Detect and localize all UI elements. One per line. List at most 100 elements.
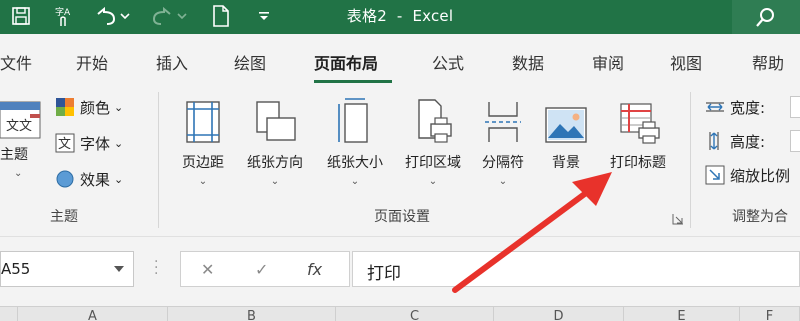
column-headers: A B C D E F — [0, 306, 800, 321]
margins-button[interactable]: 页边距 ⌄ — [172, 94, 234, 187]
page-setup-group-label: 页面设置 — [374, 209, 430, 225]
window-title: 表格2 - Excel — [0, 5, 800, 26]
chevron-down-icon: ⌄ — [114, 100, 124, 114]
breaks-label: 分隔符 — [482, 155, 524, 171]
background-label: 背景 — [552, 155, 580, 171]
size-icon — [316, 94, 394, 144]
column-header-c[interactable]: C — [336, 307, 494, 321]
drag-handle-icon[interactable]: · · · — [154, 255, 158, 281]
themes-group-label: 主题 — [50, 209, 78, 225]
themes-button[interactable]: 文文 主题 ⌄ — [0, 94, 44, 179]
background-icon — [536, 94, 596, 144]
chevron-down-icon: ⌄ — [270, 176, 280, 187]
formula-buttons: ✕ ✓ fx — [180, 251, 350, 287]
cancel-button[interactable]: ✕ — [201, 260, 214, 279]
svg-text:文文: 文文 — [6, 119, 32, 134]
formula-bar: A55 · · · ✕ ✓ fx 打印 — [0, 236, 800, 307]
enter-button[interactable]: ✓ — [255, 260, 268, 279]
tab-view[interactable]: 视图 — [670, 50, 702, 74]
title-separator: - — [396, 7, 403, 25]
background-button[interactable]: 背景 — [536, 94, 596, 172]
scale-control[interactable]: 缩放比例 — [704, 164, 790, 186]
group-divider — [158, 92, 159, 228]
colors-icon — [54, 96, 76, 118]
column-header-b[interactable]: B — [168, 307, 336, 321]
tab-review[interactable]: 审阅 — [592, 50, 624, 74]
print-area-icon — [396, 94, 470, 144]
themes-label: 主题 — [0, 147, 28, 163]
search-icon — [756, 8, 774, 27]
name-box-value: A55 — [1, 260, 31, 278]
document-name: 表格2 — [346, 7, 387, 25]
name-box[interactable]: A55 — [0, 251, 134, 287]
active-tab-indicator — [314, 80, 392, 83]
formula-input[interactable]: 打印 — [352, 251, 800, 287]
chevron-down-icon: ⌄ — [350, 176, 360, 187]
app-name: Excel — [412, 7, 454, 25]
scale-icon — [704, 164, 726, 186]
chevron-down-icon: ⌄ — [114, 172, 124, 186]
tab-insert[interactable]: 插入 — [156, 50, 188, 74]
scale-group-label: 调整为合 — [732, 209, 788, 225]
column-header-f[interactable]: F — [740, 307, 800, 321]
tab-draw[interactable]: 绘图 — [234, 50, 266, 74]
height-dropdown[interactable] — [790, 130, 800, 152]
height-icon — [704, 130, 726, 152]
size-button[interactable]: 纸张大小 ⌄ — [316, 94, 394, 187]
tab-help[interactable]: 帮助 — [752, 50, 784, 74]
title-bar: 字A 表格2 - Excel — [0, 0, 800, 34]
orientation-button[interactable]: 纸张方向 ⌄ — [236, 94, 314, 187]
width-label: 宽度: — [730, 98, 766, 117]
print-area-button[interactable]: 打印区域 ⌄ — [396, 94, 470, 187]
search-button[interactable] — [732, 0, 800, 34]
effects-button[interactable]: 效果 ⌄ — [54, 168, 123, 190]
print-titles-button[interactable]: 打印标题 — [598, 94, 678, 172]
margins-icon — [172, 94, 234, 144]
chevron-down-icon[interactable] — [113, 264, 125, 274]
svg-text:文: 文 — [58, 137, 71, 152]
chevron-down-icon: ⌄ — [498, 176, 508, 187]
insert-function-button[interactable]: fx — [307, 260, 322, 279]
chevron-down-icon: ⌄ — [114, 136, 124, 150]
width-icon — [704, 96, 726, 118]
colors-button[interactable]: 颜色 ⌄ — [54, 96, 123, 118]
orientation-icon — [236, 94, 314, 144]
fonts-icon: 文 — [54, 132, 76, 154]
chevron-down-icon: ⌄ — [198, 176, 208, 187]
orientation-label: 纸张方向 — [247, 155, 303, 171]
height-control[interactable]: 高度: — [704, 130, 765, 152]
tab-formulas[interactable]: 公式 — [432, 50, 464, 74]
margins-label: 页边距 — [182, 155, 224, 171]
width-dropdown[interactable] — [790, 96, 800, 118]
tab-file[interactable]: 文件 — [0, 50, 32, 74]
width-control[interactable]: 宽度: — [704, 96, 765, 118]
height-label: 高度: — [730, 132, 766, 151]
colors-label: 颜色 — [80, 98, 111, 117]
column-header-d[interactable]: D — [494, 307, 624, 321]
breaks-button[interactable]: 分隔符 ⌄ — [472, 94, 534, 187]
tab-data[interactable]: 数据 — [512, 50, 544, 74]
print-titles-label: 打印标题 — [610, 155, 666, 171]
group-divider — [690, 92, 691, 228]
ribbon-tabs: 文件 开始 插入 绘图 页面布局 公式 数据 审阅 视图 帮助 — [0, 34, 800, 86]
fonts-label: 字体 — [80, 134, 111, 153]
column-header-a[interactable]: A — [18, 307, 168, 321]
fonts-button[interactable]: 文 字体 ⌄ — [54, 132, 123, 154]
breaks-icon — [472, 94, 534, 144]
scale-label: 缩放比例 — [730, 166, 791, 185]
print-area-label: 打印区域 — [405, 155, 461, 171]
column-header-e[interactable]: E — [624, 307, 740, 321]
effects-label: 效果 — [80, 170, 111, 189]
themes-icon: 文文 — [0, 94, 44, 140]
ribbon-panel: 文文 主题 ⌄ 颜色 ⌄ 文 字体 ⌄ 效果 ⌄ 主题 页边距 ⌄ 纸张方向 ⌄ — [0, 86, 800, 236]
tab-home[interactable]: 开始 — [76, 50, 108, 74]
print-titles-icon — [598, 94, 678, 144]
size-label: 纸张大小 — [327, 155, 383, 171]
effects-icon — [54, 168, 76, 190]
formula-content: 打印 — [367, 264, 401, 284]
tab-page-layout[interactable]: 页面布局 — [314, 50, 378, 74]
chevron-down-icon: ⌄ — [428, 176, 438, 187]
select-all-corner[interactable] — [0, 307, 18, 321]
page-setup-dialog-launcher-icon[interactable] — [672, 210, 684, 229]
chevron-down-icon: ⌄ — [14, 168, 23, 179]
